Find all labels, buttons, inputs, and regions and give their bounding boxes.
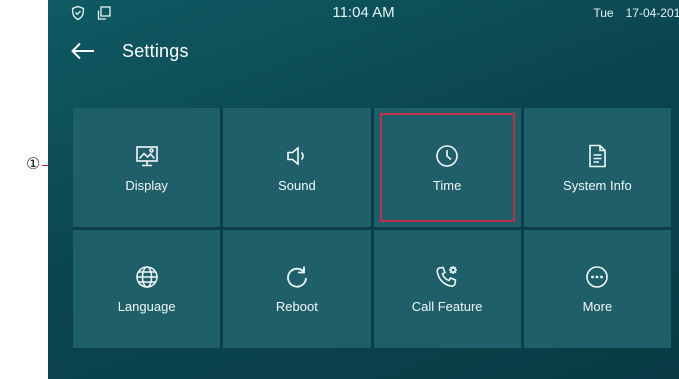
tile-sound[interactable]: Sound — [223, 108, 371, 227]
status-day: Tue — [593, 6, 614, 20]
more-icon — [583, 263, 611, 291]
tile-call-feature[interactable]: Call Feature — [373, 229, 521, 348]
globe-icon — [133, 263, 161, 291]
tile-label: More — [582, 299, 613, 315]
document-icon — [583, 142, 611, 170]
tile-reboot[interactable]: Reboot — [223, 229, 371, 348]
status-date: Tue 17-04-2018 — [593, 6, 679, 20]
arrow-left-icon — [70, 42, 96, 66]
display-icon — [133, 142, 161, 170]
tile-more[interactable]: More — [523, 229, 671, 348]
settings-grid: Display Sound Time System Info Language — [73, 108, 671, 348]
callout-number: ① — [26, 156, 41, 173]
tile-time[interactable]: Time — [373, 108, 521, 227]
tile-label: Display — [125, 177, 168, 193]
clock-icon — [433, 142, 461, 170]
status-date-value: 17-04-2018 — [625, 6, 679, 20]
tile-label: Language — [117, 299, 176, 315]
back-button[interactable] — [70, 40, 96, 62]
tile-label: Call Feature — [411, 299, 483, 315]
tile-language[interactable]: Language — [73, 229, 221, 348]
device-screen: 11:04 AM Tue 17-04-2018 Settings Display … — [48, 0, 679, 379]
tile-label: Reboot — [275, 299, 318, 315]
tile-display[interactable]: Display — [73, 108, 221, 227]
tile-system-info[interactable]: System Info — [523, 108, 671, 227]
phone-gear-icon — [433, 263, 461, 291]
tile-label: Time — [432, 177, 462, 193]
tile-label: Sound — [278, 177, 316, 193]
status-bar: 11:04 AM Tue 17-04-2018 — [48, 0, 679, 26]
refresh-icon — [283, 263, 311, 291]
page-title: Settings — [122, 41, 189, 61]
title-bar: Settings — [48, 30, 679, 74]
status-time: 11:04 AM — [332, 4, 395, 21]
tile-label: System Info — [563, 177, 632, 193]
speaker-icon — [283, 142, 311, 170]
